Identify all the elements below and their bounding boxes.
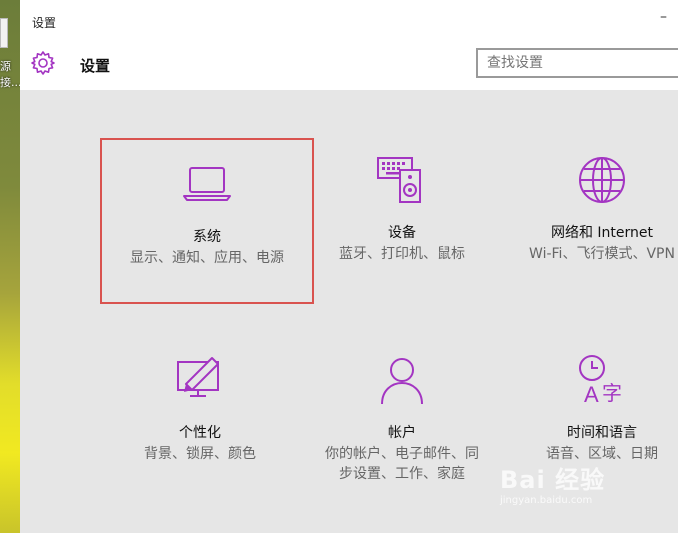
tile-accounts-title: 帐户 — [388, 425, 416, 441]
tile-accounts[interactable]: 帐户 你的帐户、电子邮件、同步设置、工作、家庭 — [302, 352, 502, 484]
svg-text:A: A — [584, 382, 599, 407]
time-language-icon: A 字 — [579, 355, 622, 407]
watermark: Bai 经验 jingyan.baidu.com — [500, 460, 605, 506]
tile-system[interactable]: 系统 显示、通知、应用、电源 — [100, 138, 314, 304]
laptop-icon — [183, 167, 231, 201]
desktop-shortcut-icon[interactable] — [0, 18, 8, 48]
watermark-brand: Bai 经验 — [500, 466, 606, 494]
tile-personalization-title: 个性化 — [179, 425, 221, 441]
tile-accounts-desc: 你的帐户、电子邮件、同步设置、工作、家庭 — [325, 446, 479, 482]
tile-system-desc: 显示、通知、应用、电源 — [130, 250, 284, 266]
gear-icon — [31, 51, 55, 75]
settings-grid: 系统 显示、通知、应用、电源 设备 蓝牙、打印机、鼠标 网络和 Internet… — [20, 90, 678, 533]
desktop-shortcut-label: 源 — [0, 60, 11, 73]
search-input[interactable] — [476, 48, 678, 78]
desktop-background: 源 接... — [0, 0, 20, 533]
desktop-shortcut-label-2: 接... — [0, 76, 20, 89]
tile-system-title: 系统 — [193, 229, 221, 245]
globe-icon — [579, 157, 625, 203]
settings-window: 设置 – 设置 系统 显示、通知、应用、电源 — [20, 0, 678, 533]
person-icon — [381, 358, 423, 405]
watermark-url: jingyan.baidu.com — [500, 495, 593, 506]
tile-devices[interactable]: 设备 蓝牙、打印机、鼠标 — [302, 152, 502, 264]
tile-devices-desc: 蓝牙、打印机、鼠标 — [339, 246, 465, 262]
tile-personalization-desc: 背景、锁屏、颜色 — [144, 446, 256, 462]
tile-devices-title: 设备 — [388, 225, 416, 241]
tile-network[interactable]: 网络和 Internet Wi-Fi、飞行模式、VPN — [502, 152, 678, 264]
personalization-icon — [177, 357, 219, 397]
page-title: 设置 — [80, 57, 111, 75]
svg-text:字: 字 — [602, 381, 622, 405]
tile-time-language[interactable]: A 字 时间和语言 语音、区域、日期 — [502, 352, 678, 464]
tile-personalization[interactable]: 个性化 背景、锁屏、颜色 — [100, 352, 300, 464]
tile-network-desc: Wi-Fi、飞行模式、VPN — [529, 246, 675, 262]
settings-header: 设置 — [20, 40, 678, 90]
window-title: 设置 — [32, 16, 57, 30]
devices-icon — [377, 157, 421, 203]
tile-time-language-title: 时间和语言 — [567, 425, 637, 441]
title-bar[interactable]: 设置 – — [20, 0, 678, 40]
tile-network-title: 网络和 Internet — [550, 225, 654, 241]
minimize-button[interactable]: – — [660, 10, 672, 24]
